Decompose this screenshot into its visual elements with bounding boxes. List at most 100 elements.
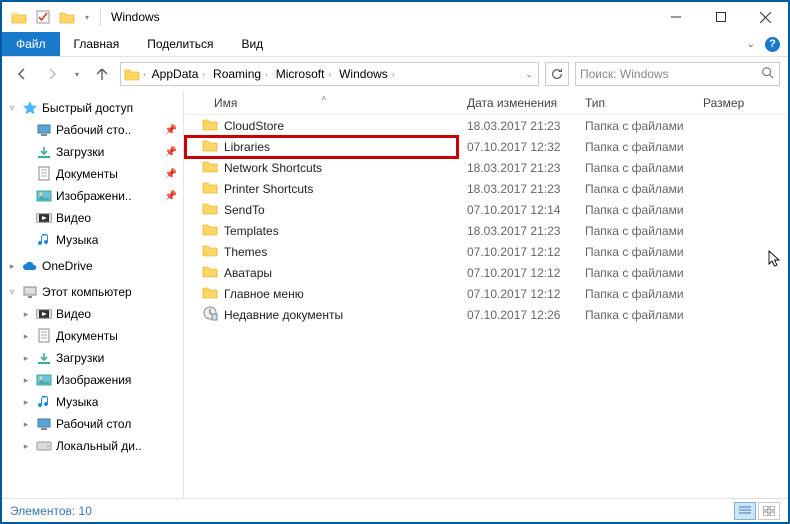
expand-icon[interactable]: ▿ <box>6 287 18 298</box>
maximize-button[interactable] <box>698 3 743 31</box>
status-bar: Элементов: 10 <box>2 498 788 522</box>
sidebar-this-pc[interactable]: ▿ Этот компьютер <box>2 281 183 303</box>
ribbon-tab[interactable]: Поделиться <box>133 32 227 56</box>
sort-ascending-icon: ˄ <box>322 94 327 103</box>
file-date: 07.10.2017 12:14 <box>459 203 577 217</box>
file-row[interactable]: Аватары 07.10.2017 12:12 Папка с файлами <box>184 262 788 283</box>
file-date: 18.03.2017 21:23 <box>459 119 577 133</box>
back-button[interactable] <box>10 62 34 86</box>
file-date: 18.03.2017 21:23 <box>459 182 577 196</box>
file-row[interactable]: Printer Shortcuts 18.03.2017 21:23 Папка… <box>184 178 788 199</box>
sidebar-item[interactable]: Видео <box>2 207 183 229</box>
address-dropdown-icon[interactable]: ⌄ <box>520 69 538 80</box>
sidebar-onedrive[interactable]: ▸ OneDrive <box>2 255 183 277</box>
ribbon-collapse: ⌄ ? <box>747 32 788 56</box>
folder-icon-small[interactable] <box>56 6 78 28</box>
file-row[interactable]: CloudStore 18.03.2017 21:23 Папка с файл… <box>184 115 788 136</box>
properties-checkbox-icon[interactable] <box>32 6 54 28</box>
chevron-down-icon[interactable]: ⌄ <box>747 39 755 50</box>
sidebar-item[interactable]: ▸ Изображения <box>2 369 183 391</box>
disk-icon <box>35 440 53 452</box>
item-count: Элементов: 10 <box>10 504 92 518</box>
sidebar-item[interactable]: ▸ Загрузки <box>2 347 183 369</box>
search-icon[interactable] <box>761 66 775 83</box>
sidebar-item[interactable]: Рабочий сто.. 📌 <box>2 119 183 141</box>
file-date: 07.10.2017 12:12 <box>459 245 577 259</box>
ribbon-tab[interactable]: Вид <box>227 32 277 56</box>
sidebar-quick-access[interactable]: ▿ Быстрый доступ <box>2 97 183 119</box>
file-list[interactable]: CloudStore 18.03.2017 21:23 Папка с файл… <box>184 115 788 498</box>
sidebar-item[interactable]: Музыка <box>2 229 183 251</box>
videos-icon <box>35 211 53 225</box>
expand-icon[interactable]: ▿ <box>6 103 18 114</box>
pin-icon: 📌 <box>165 125 177 136</box>
file-row[interactable]: Недавние документы 07.10.2017 12:26 Папк… <box>184 304 788 325</box>
folder-icon <box>202 243 218 260</box>
refresh-button[interactable] <box>545 62 569 86</box>
file-type: Папка с файлами <box>577 287 695 301</box>
expand-icon[interactable]: ▸ <box>20 397 32 408</box>
titlebar: ▾ Windows <box>2 2 788 32</box>
expand-icon[interactable]: ▸ <box>20 353 32 364</box>
content-pane: ˄Имя Дата изменения Тип Размер CloudStor… <box>184 91 788 498</box>
history-dropdown[interactable]: ▾ <box>70 62 84 86</box>
file-date: 07.10.2017 12:12 <box>459 287 577 301</box>
up-button[interactable] <box>90 62 114 86</box>
breadcrumb-item[interactable]: Roaming› <box>209 63 272 85</box>
file-name: Printer Shortcuts <box>224 182 313 196</box>
expand-icon[interactable]: ▸ <box>20 441 32 452</box>
sidebar-item[interactable]: Изображени.. 📌 <box>2 185 183 207</box>
file-name: CloudStore <box>224 119 284 133</box>
file-date: 07.10.2017 12:12 <box>459 266 577 280</box>
folder-icon[interactable] <box>8 6 30 28</box>
help-icon[interactable]: ? <box>765 37 780 52</box>
file-row[interactable]: Themes 07.10.2017 12:12 Папка с файлами <box>184 241 788 262</box>
sidebar-item[interactable]: Загрузки 📌 <box>2 141 183 163</box>
breadcrumb-item[interactable]: Microsoft› <box>272 63 335 85</box>
file-type: Папка с файлами <box>577 266 695 280</box>
expand-icon[interactable]: ▸ <box>6 261 18 272</box>
folder-icon <box>202 138 218 155</box>
column-type[interactable]: Тип <box>577 96 695 110</box>
star-icon <box>21 100 39 116</box>
search-box[interactable] <box>575 62 780 86</box>
folder-icon <box>202 285 218 302</box>
sidebar-item[interactable]: ▸ Рабочий стол <box>2 413 183 435</box>
pc-icon <box>21 285 39 299</box>
details-view-button[interactable] <box>734 502 756 520</box>
column-date[interactable]: Дата изменения <box>459 96 577 110</box>
icons-view-button[interactable] <box>758 502 780 520</box>
pin-icon: 📌 <box>165 169 177 180</box>
qat-dropdown-icon[interactable]: ▾ <box>80 6 94 28</box>
navigation-pane[interactable]: ▿ Быстрый доступ Рабочий сто.. 📌 Загрузк… <box>2 91 184 498</box>
ribbon-tab[interactable]: Главная <box>60 32 134 56</box>
file-row[interactable]: Главное меню 07.10.2017 12:12 Папка с фа… <box>184 283 788 304</box>
expand-icon[interactable]: ▸ <box>20 309 32 320</box>
file-name: Недавние документы <box>224 308 343 322</box>
chevron-right-icon[interactable]: › <box>143 70 146 79</box>
minimize-button[interactable] <box>653 3 698 31</box>
expand-icon[interactable]: ▸ <box>20 331 32 342</box>
sidebar-item[interactable]: ▸ Музыка <box>2 391 183 413</box>
breadcrumb-item[interactable]: AppData› <box>148 63 209 85</box>
expand-icon[interactable]: ▸ <box>20 419 32 430</box>
file-row[interactable]: Network Shortcuts 18.03.2017 21:23 Папка… <box>184 157 788 178</box>
search-input[interactable] <box>580 67 761 81</box>
file-row[interactable]: Libraries 07.10.2017 12:32 Папка с файла… <box>184 136 788 157</box>
forward-button[interactable] <box>40 62 64 86</box>
sidebar-item[interactable]: ▸ Видео <box>2 303 183 325</box>
column-size[interactable]: Размер <box>695 96 775 110</box>
file-row[interactable]: Templates 18.03.2017 21:23 Папка с файла… <box>184 220 788 241</box>
expand-icon[interactable]: ▸ <box>20 375 32 386</box>
close-button[interactable] <box>743 3 788 31</box>
file-row[interactable]: SendTo 07.10.2017 12:14 Папка с файлами <box>184 199 788 220</box>
folder-icon <box>202 264 218 281</box>
column-name[interactable]: ˄Имя <box>184 96 459 110</box>
sidebar-item[interactable]: ▸ Документы <box>2 325 183 347</box>
file-name: Аватары <box>224 266 272 280</box>
address-bar[interactable]: › AppData›Roaming›Microsoft›Windows› ⌄ <box>120 62 539 86</box>
breadcrumb-item[interactable]: Windows› <box>335 63 398 85</box>
sidebar-item[interactable]: ▸ Локальный ди.. <box>2 435 183 457</box>
sidebar-item[interactable]: Документы 📌 <box>2 163 183 185</box>
file-tab[interactable]: Файл <box>2 32 60 56</box>
